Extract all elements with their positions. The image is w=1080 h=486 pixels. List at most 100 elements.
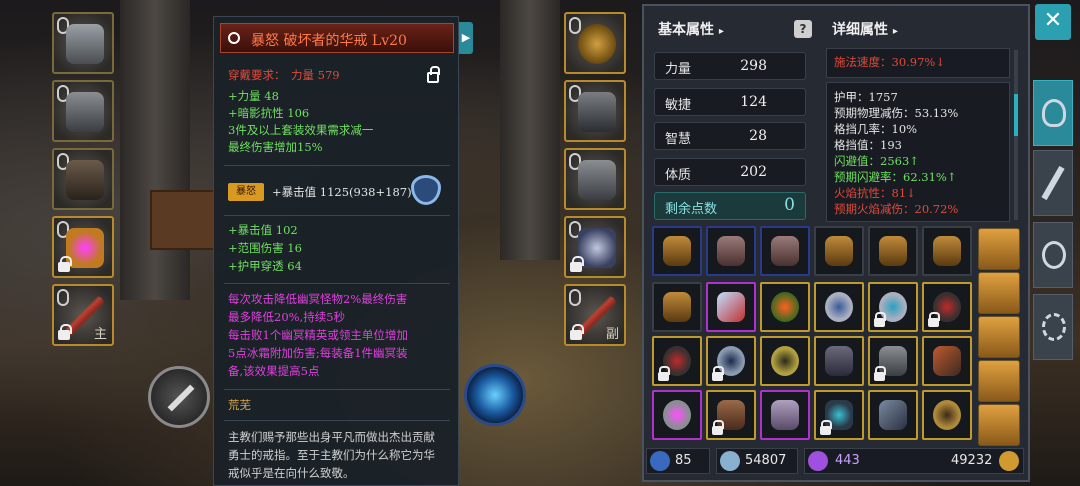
stat-value: 28 [749, 128, 767, 144]
inventory-slot[interactable] [706, 226, 756, 276]
flavor-text: 主教们赐予那些出身平凡而做出杰出贡献 [228, 430, 435, 444]
inventory-slot[interactable] [922, 390, 972, 440]
inventory-slot[interactable] [706, 336, 756, 386]
off-hand-slot[interactable]: 副 [564, 284, 626, 346]
tab-weapons[interactable] [1033, 150, 1073, 216]
tab-target[interactable] [1033, 222, 1073, 288]
detail-line: 闪避值：2563↑ [834, 154, 919, 168]
shield-icon [720, 451, 740, 471]
helmet-icon [66, 24, 104, 64]
inventory-slot[interactable] [814, 390, 864, 440]
stat-value: 202 [740, 164, 767, 180]
helmet-slot[interactable] [52, 12, 114, 74]
ring-type-icon [228, 32, 240, 44]
inventory-slot[interactable] [760, 282, 810, 332]
amulet-icon [578, 24, 616, 64]
stat-label: 力量 [665, 62, 692, 77]
bag-tab[interactable] [978, 272, 1020, 314]
dropdown-icon: ▸ [892, 26, 898, 37]
inventory-slot[interactable] [868, 336, 918, 386]
detail-line: 格挡值：193 [834, 138, 902, 152]
expand-tooltip-arrow[interactable]: ▶ [459, 22, 473, 54]
inventory-slot[interactable] [922, 226, 972, 276]
gem-icon [808, 451, 828, 471]
bag-tab[interactable] [978, 404, 1020, 446]
extra-stat: +范围伤害 16 [228, 241, 302, 255]
inventory-slot[interactable] [868, 226, 918, 276]
inventory-slot[interactable] [760, 226, 810, 276]
scrollbar-thumb[interactable] [1014, 94, 1018, 136]
chain-link-icon [569, 17, 581, 34]
padlock-icon[interactable] [427, 66, 440, 83]
stat-constitution: 体质 202 [654, 158, 806, 186]
inventory-slot[interactable] [922, 282, 972, 332]
inventory-slot[interactable] [652, 336, 702, 386]
inventory-slot[interactable] [868, 282, 918, 332]
detail-scrollbar[interactable] [1014, 50, 1018, 220]
boots-icon [771, 400, 799, 430]
tab-equipment[interactable] [1033, 80, 1073, 146]
stat-agility: 敏捷 124 [654, 88, 806, 116]
inventory-slot[interactable] [760, 390, 810, 440]
inventory-slot[interactable] [706, 390, 756, 440]
target-icon [1042, 241, 1066, 269]
help-icon[interactable]: ? [794, 20, 812, 38]
detail-box-defense[interactable]: 护甲：1757 预期物理减伤：53.13% 格挡几率：10% 格挡值：193 闪… [826, 82, 1010, 222]
amulet-slot[interactable] [564, 12, 626, 74]
inventory-slot[interactable] [814, 226, 864, 276]
stat-label: 体质 [665, 168, 692, 183]
stat-strength: 力量 298 [654, 52, 806, 80]
inventory-slot[interactable] [814, 336, 864, 386]
main-hand-tag: 主 [93, 327, 107, 342]
base-stat: 3件及以上套装效果需求减一 [228, 123, 374, 137]
gem-value: 443 [835, 453, 860, 468]
remaining-value: 0 [784, 195, 795, 215]
bag-tab[interactable] [978, 228, 1020, 270]
ring-icon [663, 400, 691, 430]
off-hand-tag: 副 [605, 327, 619, 342]
legs-armor-slot[interactable] [52, 148, 114, 210]
inventory-slot[interactable] [652, 390, 702, 440]
tab-settings[interactable] [1033, 294, 1073, 360]
tab-basic-attributes[interactable]: 基本属性 ▸ [658, 19, 724, 39]
inventory-slot[interactable] [706, 282, 756, 332]
detail-line: 预期闪避率：62.31%↑ [834, 170, 957, 184]
boots-slot[interactable] [564, 148, 626, 210]
bag-tab[interactable] [978, 360, 1020, 402]
flavor-title: 荒芜 [228, 398, 251, 412]
ring-icon [933, 400, 961, 430]
chest-armor-slot[interactable] [52, 80, 114, 142]
gloves-slot[interactable] [564, 80, 626, 142]
ring-slot[interactable] [52, 216, 114, 278]
extra-stat: +护甲穿透 64 [228, 259, 302, 273]
lock-icon [570, 324, 584, 340]
basic-attack-button[interactable] [148, 366, 210, 428]
backpack-icon [825, 236, 853, 266]
flavor-text: 勇士的戒指。至于主教们为什么称它为华 [228, 448, 435, 462]
inventory-slot[interactable] [652, 226, 702, 276]
stat-label: 智慧 [665, 132, 692, 147]
accessory-slot[interactable] [564, 216, 626, 278]
inventory-slot[interactable] [868, 390, 918, 440]
attack-power-display: 85 [646, 448, 710, 474]
stat-value: 124 [740, 94, 767, 110]
inventory-slot[interactable] [922, 336, 972, 386]
gauntlet-icon [825, 346, 853, 376]
lock-icon [570, 256, 584, 272]
leg-armor-icon [66, 160, 104, 200]
stone-pillar [500, 0, 560, 260]
bag-tab[interactable] [978, 316, 1020, 358]
skill-button[interactable] [464, 364, 526, 426]
backpack-icon [717, 236, 745, 266]
inventory-slot[interactable] [814, 282, 864, 332]
close-button[interactable]: ✕ [1035, 4, 1071, 40]
ring-icon [771, 346, 799, 376]
ring-icon [825, 292, 853, 322]
inventory-slot[interactable] [652, 282, 702, 332]
tab-detail-attributes[interactable]: 详细属性 ▸ [832, 19, 898, 39]
stat-label: 敏捷 [665, 98, 692, 113]
crossed-swords-icon [1041, 165, 1065, 201]
inventory-slot[interactable] [760, 336, 810, 386]
main-hand-slot[interactable]: 主 [52, 284, 114, 346]
dropdown-icon: ▸ [718, 26, 724, 37]
